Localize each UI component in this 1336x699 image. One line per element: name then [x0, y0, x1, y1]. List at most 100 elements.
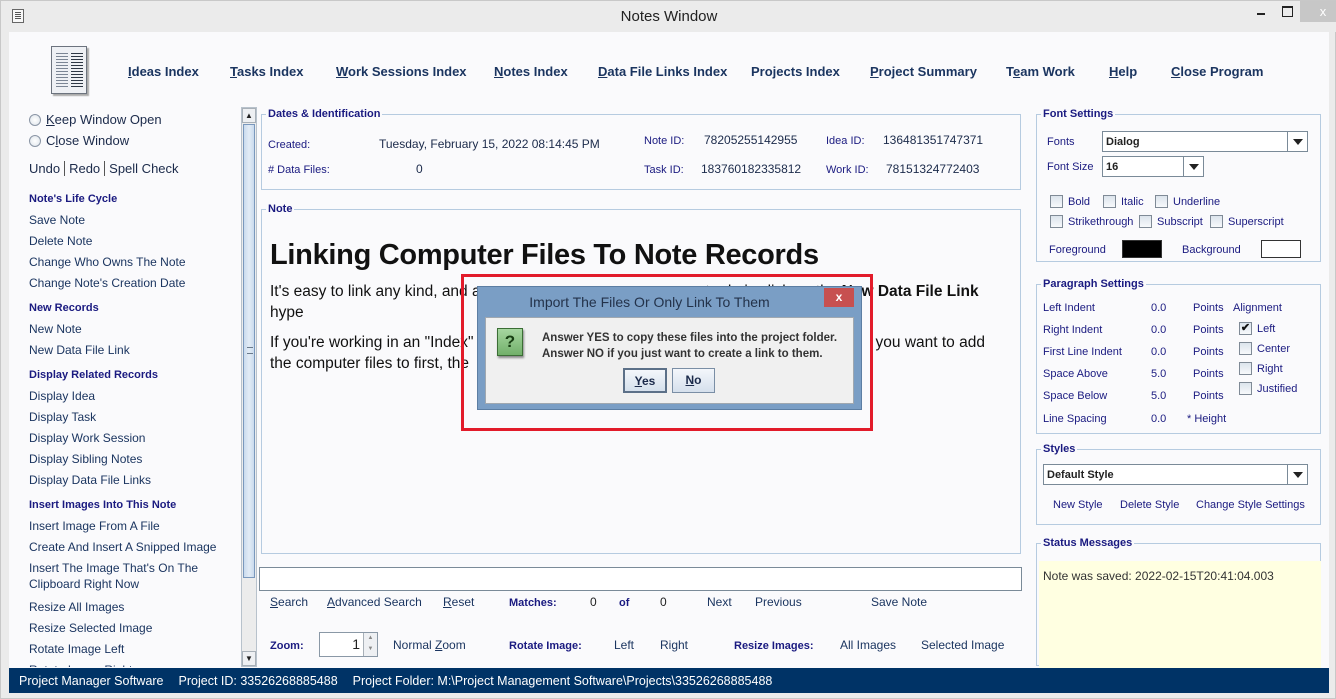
display-idea-link[interactable]: Display Idea — [29, 388, 229, 404]
checkbox-icon[interactable] — [1139, 215, 1152, 228]
new-note-link[interactable]: New Note — [29, 321, 229, 337]
new-style-link[interactable]: New Style — [1053, 499, 1103, 511]
bold-checkbox[interactable]: Bold — [1050, 195, 1090, 208]
font-family-select[interactable]: Dialog — [1102, 131, 1308, 152]
rotate-image-right-link[interactable]: Rotate Image Right — [29, 662, 229, 667]
rotate-left-link[interactable]: Left — [614, 638, 634, 652]
display-data-file-links-link[interactable]: Display Data File Links — [29, 472, 229, 488]
align-left-checkbox[interactable]: ✔ Left — [1239, 322, 1275, 335]
left-action-panel: Keep Window Open Close Window Undo Redo … — [9, 107, 241, 667]
font-size-select[interactable]: 16 — [1102, 156, 1204, 177]
underline-checkbox[interactable]: Underline — [1155, 195, 1220, 208]
nav-projects-index[interactable]: Projects Index — [751, 64, 840, 79]
display-task-link[interactable]: Display Task — [29, 409, 229, 425]
checkmark-icon[interactable]: ✔ — [1239, 322, 1252, 335]
scroll-down-arrow-icon[interactable]: ▼ — [242, 651, 256, 666]
spell-check-link[interactable]: Spell Check — [105, 161, 182, 176]
checkbox-icon[interactable] — [1239, 362, 1252, 375]
nav-team-work[interactable]: Team Work — [1006, 64, 1075, 79]
keep-window-open-radio[interactable]: Keep Window Open — [29, 112, 162, 127]
close-window-button[interactable]: x — [1300, 1, 1336, 22]
align-justified-checkbox[interactable]: Justified — [1239, 382, 1297, 395]
checkbox-icon[interactable] — [1050, 195, 1063, 208]
question-icon: ? — [497, 328, 523, 356]
advanced-search-link[interactable]: Advanced Search — [327, 595, 422, 609]
save-note-bottom-link[interactable]: Save Note — [871, 595, 927, 609]
nav-close-program[interactable]: Close Program — [1171, 64, 1263, 79]
search-link[interactable]: Search — [270, 595, 308, 609]
status-messages-group: Status Messages Note was saved: 2022-02-… — [1036, 537, 1321, 673]
strikethrough-checkbox[interactable]: Strikethrough — [1050, 215, 1133, 228]
new-data-file-link[interactable]: New Data File Link — [29, 342, 229, 358]
style-select[interactable]: Default Style — [1043, 464, 1308, 485]
resize-selected-image-link[interactable]: Resize Selected Image — [29, 620, 229, 636]
resize-all-images-link-bottom[interactable]: All Images — [840, 638, 896, 652]
zoom-value[interactable]: 1 — [352, 636, 360, 652]
nav-work-sessions-index[interactable]: Work Sessions Index — [336, 64, 467, 79]
rotate-image-left-link[interactable]: Rotate Image Left — [29, 641, 229, 657]
change-creation-date-link[interactable]: Change Note's Creation Date — [29, 275, 229, 291]
search-input[interactable] — [259, 567, 1022, 591]
checkbox-icon[interactable] — [1239, 342, 1252, 355]
italic-checkbox[interactable]: Italic — [1103, 195, 1144, 208]
space-below-value[interactable]: 5.0 — [1151, 390, 1166, 402]
close-window-radio[interactable]: Close Window — [29, 133, 129, 148]
align-right-checkbox[interactable]: Right — [1239, 362, 1283, 375]
rotate-right-link[interactable]: Right — [660, 638, 688, 652]
yes-button[interactable]: Yes — [623, 368, 667, 393]
nav-project-summary[interactable]: Project Summary — [870, 64, 977, 79]
normal-zoom-link[interactable]: Normal Zoom — [393, 638, 466, 652]
spinner-down-icon[interactable]: ▼ — [363, 644, 377, 656]
previous-link[interactable]: Previous — [755, 595, 802, 609]
left-panel-scrollbar[interactable]: ▲ ▼ — [241, 107, 257, 667]
display-work-session-link[interactable]: Display Work Session — [29, 430, 229, 446]
first-line-indent-value[interactable]: 0.0 — [1151, 346, 1166, 358]
nav-ideas-index[interactable]: Ideas Index — [128, 64, 199, 79]
checkbox-icon[interactable] — [1103, 195, 1116, 208]
chevron-down-icon[interactable] — [1287, 465, 1307, 484]
display-sibling-notes-link[interactable]: Display Sibling Notes — [29, 451, 229, 467]
checkbox-icon[interactable] — [1050, 215, 1063, 228]
save-note-link[interactable]: Save Note — [29, 212, 229, 228]
nav-help[interactable]: Help — [1109, 64, 1137, 79]
nav-tasks-index[interactable]: Tasks Index — [230, 64, 303, 79]
background-color-swatch[interactable] — [1261, 240, 1301, 258]
zoom-spinner[interactable]: 1 ▲ ▼ — [319, 632, 378, 657]
scrollbar-thumb[interactable] — [243, 124, 255, 578]
insert-image-from-file-link[interactable]: Insert Image From A File — [29, 518, 229, 534]
minimize-button[interactable] — [1248, 1, 1274, 22]
dialog-close-button[interactable]: x — [824, 288, 854, 307]
checkbox-icon[interactable] — [1210, 215, 1223, 228]
change-style-settings-link[interactable]: Change Style Settings — [1196, 499, 1305, 511]
resize-all-images-link[interactable]: Resize All Images — [29, 599, 229, 615]
insert-snipped-image-link[interactable]: Create And Insert A Snipped Image — [29, 539, 229, 555]
change-owner-link[interactable]: Change Who Owns The Note — [29, 254, 229, 270]
foreground-color-swatch[interactable] — [1122, 240, 1162, 258]
next-link[interactable]: Next — [707, 595, 732, 609]
line-spacing-value[interactable]: 0.0 — [1151, 413, 1166, 425]
nav-notes-index[interactable]: Notes Index — [494, 64, 568, 79]
undo-link[interactable]: Undo — [29, 161, 66, 176]
checkbox-icon[interactable] — [1239, 382, 1252, 395]
insert-clipboard-image-link[interactable]: Insert The Image That's On The Clipboard… — [29, 560, 214, 592]
delete-note-link[interactable]: Delete Note — [29, 233, 229, 249]
superscript-checkbox[interactable]: Superscript — [1210, 215, 1284, 228]
of-label: of — [619, 597, 630, 609]
scroll-up-arrow-icon[interactable]: ▲ — [242, 108, 256, 123]
resize-selected-image-link-bottom[interactable]: Selected Image — [921, 638, 1004, 652]
no-button[interactable]: No — [672, 368, 715, 393]
chevron-down-icon[interactable] — [1287, 132, 1307, 151]
right-indent-value[interactable]: 0.0 — [1151, 324, 1166, 336]
delete-style-link[interactable]: Delete Style — [1120, 499, 1179, 511]
reset-link[interactable]: Reset — [443, 595, 474, 609]
align-center-checkbox[interactable]: Center — [1239, 342, 1290, 355]
subscript-checkbox[interactable]: Subscript — [1139, 215, 1203, 228]
checkbox-icon[interactable] — [1155, 195, 1168, 208]
title-bar: Notes Window x — [1, 1, 1336, 32]
redo-link[interactable]: Redo — [65, 161, 106, 176]
left-indent-value[interactable]: 0.0 — [1151, 302, 1166, 314]
nav-data-file-links-index[interactable]: Data File Links Index — [598, 64, 727, 79]
maximize-button[interactable] — [1274, 1, 1300, 22]
space-above-value[interactable]: 5.0 — [1151, 368, 1166, 380]
chevron-down-icon[interactable] — [1183, 157, 1203, 176]
